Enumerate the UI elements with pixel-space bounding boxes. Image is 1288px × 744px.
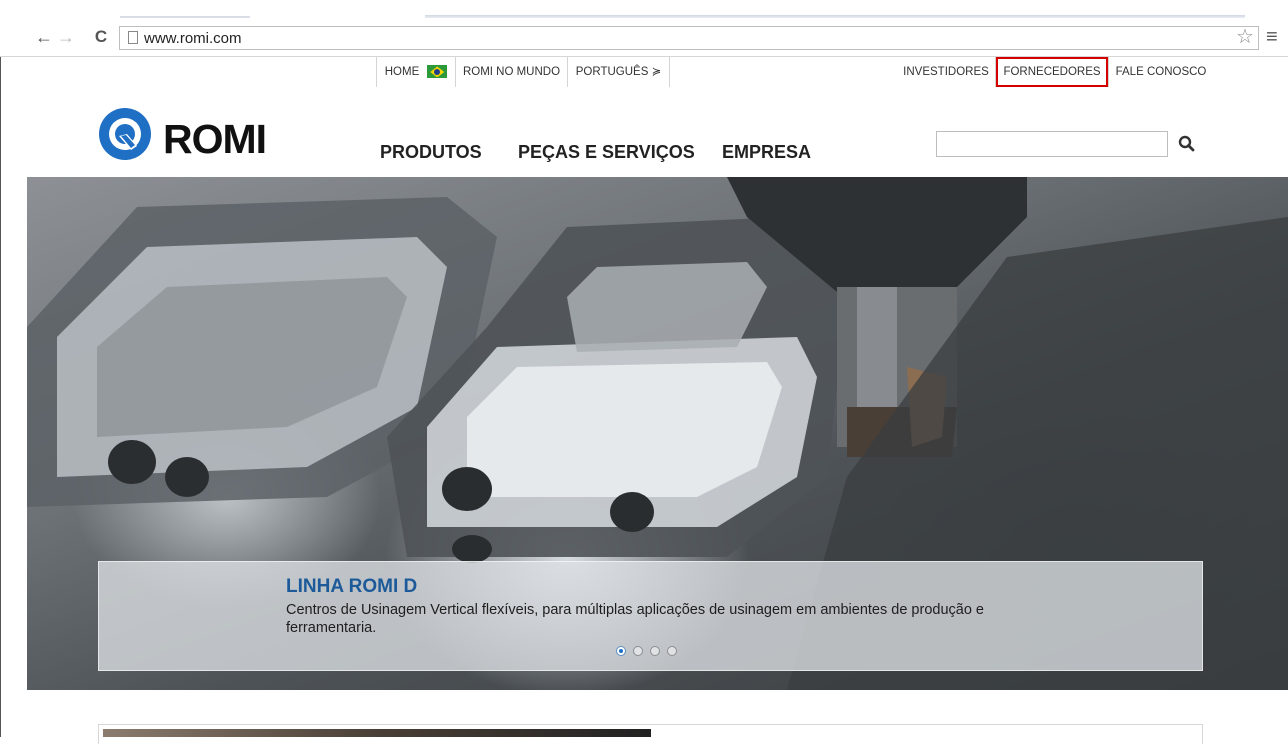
top-utility-nav: HOME ROMI NO MUNDO PORTUGUÊS ≽ INVESTIDO… xyxy=(0,57,1288,87)
page-icon xyxy=(128,31,138,44)
tab-strip-right xyxy=(425,15,1245,18)
carousel-dot-2[interactable] xyxy=(633,646,643,656)
carousel-dot-1[interactable] xyxy=(616,646,626,656)
romi-logo-icon[interactable] xyxy=(97,106,153,162)
nav-fale-conosco[interactable]: FALE CONOSCO xyxy=(1109,57,1213,87)
brazil-flag-icon xyxy=(427,65,448,79)
nav-pecas-e-servicos[interactable]: PEÇAS E SERVIÇOS xyxy=(518,141,695,163)
carousel-dot-4[interactable] xyxy=(667,646,677,656)
search-input[interactable] xyxy=(936,131,1168,157)
nav-language-select[interactable]: PORTUGUÊS ≽ xyxy=(568,57,669,87)
address-row: ← → C www.romi.com ☆ ≡ xyxy=(0,20,1288,57)
nav-home[interactable]: HOME xyxy=(377,57,455,87)
tab-strip-left xyxy=(120,16,250,18)
nav-produtos[interactable]: PRODUTOS xyxy=(380,141,482,163)
forward-arrow-icon[interactable]: → xyxy=(56,24,76,50)
content-image-strip xyxy=(103,729,651,737)
nav-romi-no-mundo[interactable]: ROMI NO MUNDO xyxy=(456,57,567,87)
reload-icon[interactable]: C xyxy=(91,24,111,50)
menu-icon[interactable]: ≡ xyxy=(1266,24,1278,50)
star-icon[interactable]: ☆ xyxy=(1236,24,1254,50)
search-icon[interactable] xyxy=(1177,134,1197,154)
nav-investidores[interactable]: INVESTIDORES xyxy=(898,57,994,87)
hero-description: Centros de Usinagem Vertical flexíveis, … xyxy=(286,602,984,636)
fornecedores-highlight-box xyxy=(996,57,1108,87)
carousel-dot-3[interactable] xyxy=(650,646,660,656)
nav-home-label: HOME xyxy=(384,66,420,78)
address-bar[interactable]: www.romi.com xyxy=(119,26,1259,50)
hero-title[interactable]: LINHA ROMI D xyxy=(286,576,417,598)
nav-divider xyxy=(669,57,670,87)
url-text[interactable]: www.romi.com xyxy=(144,30,242,47)
logo-text[interactable]: ROMI xyxy=(163,117,267,161)
nav-empresa[interactable]: EMPRESA xyxy=(722,141,811,163)
browser-chrome: ← → C www.romi.com ☆ ≡ xyxy=(0,0,1288,57)
back-arrow-icon[interactable]: ← xyxy=(34,24,54,50)
